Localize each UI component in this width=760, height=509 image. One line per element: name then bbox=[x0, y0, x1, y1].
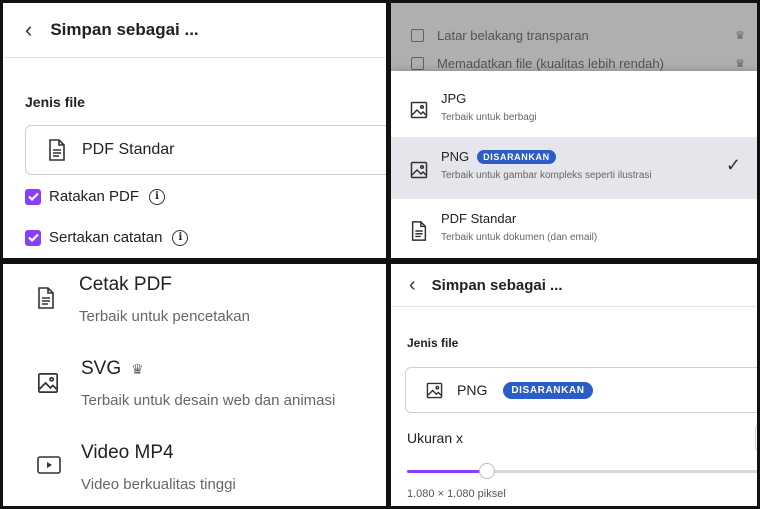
size-slider-handle[interactable] bbox=[479, 463, 495, 479]
include-notes-label: Sertakan catatan bbox=[49, 229, 163, 246]
flatten-pdf-checkbox[interactable] bbox=[25, 188, 41, 205]
size-input[interactable] bbox=[755, 424, 757, 452]
option-title: PDF Standar bbox=[441, 211, 517, 226]
option-description: Terbaik untuk berbagi bbox=[441, 112, 537, 123]
info-icon[interactable]: i bbox=[149, 188, 166, 205]
panel-title: Simpan sebagai ... bbox=[50, 20, 199, 39]
flatten-pdf-checkbox-row[interactable]: Ratakan PDF i bbox=[25, 188, 166, 205]
info-icon[interactable]: i bbox=[172, 229, 189, 246]
flatten-pdf-label: Ratakan PDF bbox=[49, 188, 140, 205]
include-notes-checkbox[interactable] bbox=[25, 229, 41, 246]
option-title: JPG bbox=[441, 91, 467, 106]
size-slider[interactable] bbox=[407, 463, 757, 479]
option-video-mp4[interactable]: Video MP4 Video berkualitas tinggi bbox=[37, 442, 236, 493]
option-pdf-standard[interactable]: PDF Standar Terbaik untuk dokumen (dan e… bbox=[391, 199, 757, 257]
header-divider bbox=[391, 306, 757, 307]
header-divider bbox=[3, 57, 386, 58]
export-options-list: Cetak PDF Terbaik untuk pencetakan SVG ♛… bbox=[3, 264, 386, 506]
file-type-dropdown: JPG Terbaik untuk berbagi PNG DISARANKAN… bbox=[391, 71, 757, 258]
size-slider-fill bbox=[407, 470, 487, 473]
selected-file-type: PDF Standar bbox=[82, 141, 175, 158]
file-type-dropdown-panel: Latar belakang transparan ♛ Memadatkan f… bbox=[391, 3, 757, 258]
panel-header: ‹ Simpan sebagai ... bbox=[3, 3, 386, 57]
option-svg[interactable]: SVG ♛ Terbaik untuk desain web dan anima… bbox=[37, 358, 335, 409]
back-icon[interactable]: ‹ bbox=[25, 19, 32, 41]
option-png[interactable]: PNG DISARANKAN Terbaik untuk gambar komp… bbox=[391, 137, 757, 199]
back-icon[interactable]: ‹ bbox=[409, 275, 416, 295]
option-jpg[interactable]: JPG Terbaik untuk berbagi bbox=[391, 71, 757, 137]
background-options: Latar belakang transparan ♛ Memadatkan f… bbox=[391, 21, 757, 77]
crown-icon: ♛ bbox=[735, 29, 745, 42]
panel-title: Simpan sebagai ... bbox=[431, 276, 563, 294]
transparent-background-checkbox[interactable] bbox=[411, 28, 424, 42]
option-title: Cetak PDF bbox=[79, 274, 172, 295]
image-icon bbox=[37, 372, 59, 394]
option-title: SVG bbox=[81, 358, 122, 379]
recommended-badge: DISARANKAN bbox=[503, 381, 593, 399]
transparent-background-label: Latar belakang transparan bbox=[437, 27, 589, 43]
option-description: Terbaik untuk gambar kompleks seperti il… bbox=[441, 170, 652, 181]
include-notes-checkbox-row[interactable]: Sertakan catatan i bbox=[25, 229, 189, 246]
option-description: Terbaik untuk pencetakan bbox=[79, 308, 250, 325]
option-description: Video berkualitas tinggi bbox=[81, 476, 236, 493]
size-label: Ukuran x bbox=[407, 430, 464, 446]
file-type-label: Jenis file bbox=[25, 94, 85, 110]
document-icon bbox=[49, 139, 65, 161]
option-title: Video MP4 bbox=[81, 442, 174, 463]
file-type-label: Jenis file bbox=[407, 336, 459, 350]
compress-file-checkbox[interactable] bbox=[411, 56, 424, 70]
option-print-pdf[interactable]: Cetak PDF Terbaik untuk pencetakan bbox=[37, 274, 250, 325]
image-icon bbox=[410, 101, 428, 119]
transparent-background-option[interactable]: Latar belakang transparan ♛ bbox=[391, 21, 757, 49]
video-icon bbox=[37, 456, 61, 474]
image-icon bbox=[410, 161, 428, 179]
document-icon bbox=[411, 221, 427, 241]
option-description: Terbaik untuk desain web dan animasi bbox=[81, 392, 336, 409]
image-icon bbox=[426, 382, 443, 398]
option-description: Terbaik untuk dokumen (dan email) bbox=[441, 232, 598, 243]
file-type-select[interactable]: PDF Standar bbox=[25, 125, 386, 175]
recommended-badge: DISARANKAN bbox=[477, 149, 556, 164]
file-type-select[interactable]: PNG DISARANKAN bbox=[405, 367, 757, 413]
document-icon bbox=[38, 287, 54, 309]
size-value: 1.080 × 1.080 piksel bbox=[407, 488, 506, 500]
panel-header: ‹ Simpan sebagai ... bbox=[391, 264, 757, 306]
save-as-panel-pdf: ‹ Simpan sebagai ... Jenis file PDF Stan… bbox=[3, 3, 386, 258]
selected-file-type: PNG bbox=[457, 382, 488, 398]
compress-file-label: Memadatkan file (kualitas lebih rendah) bbox=[437, 55, 664, 71]
crown-icon: ♛ bbox=[131, 360, 144, 377]
option-title: PNG bbox=[441, 149, 470, 164]
save-as-panel-png: ‹ Simpan sebagai ... Jenis file PNG DISA… bbox=[391, 264, 757, 506]
crown-icon: ♛ bbox=[735, 57, 745, 70]
check-icon: ✓ bbox=[725, 155, 741, 175]
